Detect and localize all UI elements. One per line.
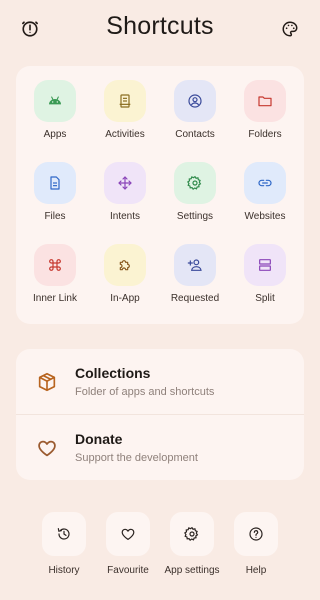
tile-settings-background bbox=[174, 162, 216, 204]
collections-row[interactable]: Collections Folder of apps and shortcuts bbox=[16, 349, 304, 414]
gear-icon bbox=[187, 175, 202, 191]
collections-subtitle: Folder of apps and shortcuts bbox=[75, 386, 215, 398]
history-icon bbox=[57, 528, 70, 540]
tile-in-app-label: In-App bbox=[110, 293, 140, 304]
heart-outline-icon bbox=[38, 440, 56, 457]
donate-subtitle: Support the development bbox=[75, 452, 198, 464]
tile-intents[interactable]: Intents bbox=[90, 162, 160, 244]
actions-list-card: Collections Folder of apps and shortcuts… bbox=[16, 349, 304, 480]
collections-title: Collections bbox=[75, 365, 151, 381]
split-icon bbox=[259, 259, 271, 271]
tile-in-app-background bbox=[104, 244, 146, 286]
document-icon bbox=[50, 176, 60, 190]
tile-split-background bbox=[244, 244, 286, 286]
link-icon bbox=[258, 179, 272, 187]
tile-websites-background bbox=[244, 162, 286, 204]
android-icon bbox=[49, 96, 61, 105]
box-icon bbox=[38, 372, 56, 392]
page-title: Shortcuts bbox=[106, 12, 214, 40]
tile-inner-link[interactable]: Inner Link bbox=[20, 244, 90, 326]
help-button[interactable]: Help bbox=[218, 512, 294, 576]
tile-split[interactable]: Split bbox=[230, 244, 300, 326]
tile-requested-background bbox=[174, 244, 216, 286]
tile-apps[interactable]: Apps bbox=[20, 80, 90, 162]
tile-intents-label: Intents bbox=[109, 211, 141, 222]
donate-title: Donate bbox=[75, 431, 123, 447]
tile-contacts-label: Contacts bbox=[175, 129, 215, 140]
clipboard-icon bbox=[119, 94, 131, 108]
tile-files[interactable]: Files bbox=[20, 162, 90, 244]
tile-split-label: Split bbox=[255, 293, 275, 304]
tile-contacts-background bbox=[174, 80, 216, 122]
tile-settings-label: Settings bbox=[176, 211, 214, 222]
tile-apps-label: Apps bbox=[43, 129, 67, 140]
donate-row[interactable]: Donate Support the development bbox=[16, 415, 304, 480]
top-app-bar: Shortcuts bbox=[0, 0, 320, 58]
help-label: Help bbox=[245, 565, 267, 576]
help-icon bbox=[249, 527, 263, 541]
tile-settings[interactable]: Settings bbox=[160, 162, 230, 244]
history-button-background bbox=[42, 512, 86, 556]
tile-intents-background bbox=[104, 162, 146, 204]
tile-activities[interactable]: Activities bbox=[90, 80, 160, 162]
tile-in-app[interactable]: In-App bbox=[90, 244, 160, 326]
tile-requested-label: Requested bbox=[170, 293, 220, 304]
favourite-button-background bbox=[106, 512, 150, 556]
favourite-label: Favourite bbox=[107, 565, 149, 576]
command-icon bbox=[49, 259, 61, 271]
heart-icon bbox=[121, 528, 135, 540]
history-label: History bbox=[48, 565, 80, 576]
tile-files-background bbox=[34, 162, 76, 204]
tile-files-label: Files bbox=[44, 211, 66, 222]
tile-folders[interactable]: Folders bbox=[230, 80, 300, 162]
tile-apps-background bbox=[34, 80, 76, 122]
shortcut-types-card: Apps Activities Contacts Folders Files I… bbox=[16, 66, 304, 324]
gear-icon bbox=[184, 526, 199, 542]
palette-icon[interactable] bbox=[277, 16, 303, 42]
tile-websites-label: Websites bbox=[244, 211, 286, 222]
tile-inner-link-background bbox=[34, 244, 76, 286]
tile-requested[interactable]: Requested bbox=[160, 244, 230, 326]
tile-folders-background bbox=[244, 80, 286, 122]
tile-activities-label: Activities bbox=[105, 129, 145, 140]
person-add-icon bbox=[187, 259, 202, 271]
tile-contacts[interactable]: Contacts bbox=[160, 80, 230, 162]
folder-icon bbox=[258, 96, 272, 107]
account-circle-icon bbox=[188, 94, 202, 108]
move-arrows-icon bbox=[118, 176, 132, 190]
tile-folders-label: Folders bbox=[248, 129, 282, 140]
app-settings-button-background bbox=[170, 512, 214, 556]
app-settings-label: App settings bbox=[164, 565, 220, 576]
puzzle-icon bbox=[119, 260, 130, 271]
help-button-background bbox=[234, 512, 278, 556]
tile-inner-link-label: Inner Link bbox=[33, 293, 77, 304]
tile-activities-background bbox=[104, 80, 146, 122]
shortcut-types-grid: Apps Activities Contacts Folders Files I… bbox=[20, 80, 300, 326]
tile-websites[interactable]: Websites bbox=[230, 162, 300, 244]
bottom-actions: History Favourite App settings Help bbox=[0, 512, 320, 582]
